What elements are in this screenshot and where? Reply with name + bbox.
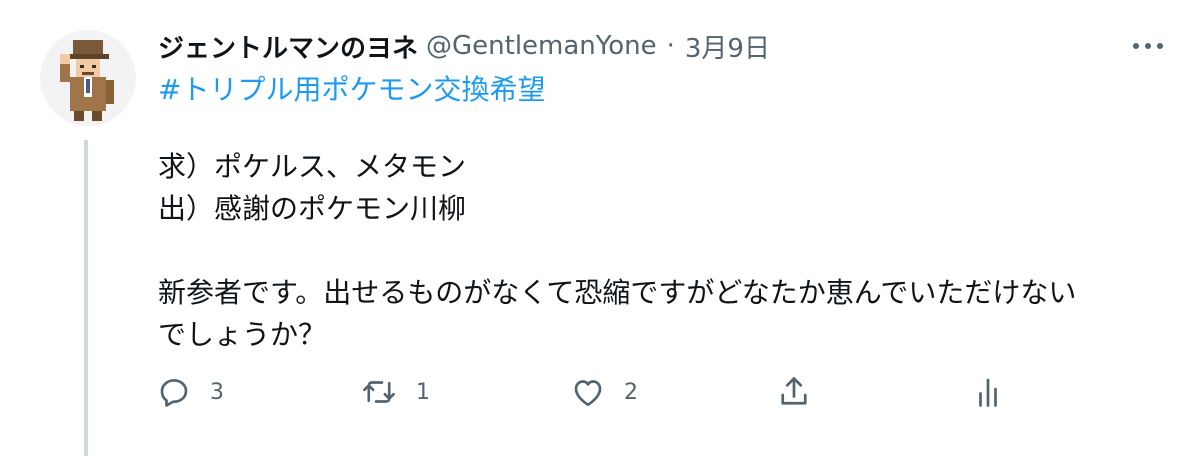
gentleman-avatar-icon <box>60 40 114 121</box>
more-options-button[interactable] <box>1128 34 1168 58</box>
like-button[interactable]: 2 <box>570 372 638 412</box>
tweet-paragraph-line: でしょうか？ <box>158 318 327 351</box>
tweet-header: ジェントルマンのヨネ @GentlemanYone · 3月9日 <box>158 26 770 66</box>
tweet-paragraph-line: 新参者です。出せるものがなくて恐縮ですがどなたか恵んでいただけない <box>158 276 1077 309</box>
author-handle[interactable]: @GentlemanYone <box>426 31 657 61</box>
avatar[interactable] <box>40 30 136 126</box>
like-count: 2 <box>624 379 638 405</box>
reply-button[interactable]: 3 <box>156 372 224 412</box>
tweet-text: 求）ポケルス、メタモン 出）感謝のポケモン川柳 新参者です。出せるものがなくて恐… <box>158 146 1158 356</box>
retweet-icon <box>363 381 395 403</box>
tweet-actions: 3 1 2 <box>156 372 1036 412</box>
more-dots-icon <box>1133 43 1163 49</box>
retweet-count: 1 <box>416 379 430 405</box>
hashtag-link[interactable]: #トリプル用ポケモン交換希望 <box>158 68 545 108</box>
heart-icon <box>574 380 602 407</box>
header-separator: · <box>666 31 675 61</box>
share-button[interactable] <box>776 372 812 412</box>
tweet-line-offer: 出）感謝のポケモン川柳 <box>158 192 467 225</box>
tweet-line-want: 求）ポケルス、メタモン <box>158 150 467 183</box>
share-icon <box>781 377 807 405</box>
analytics-icon <box>979 378 997 407</box>
thread-connector-line <box>84 140 88 456</box>
retweet-button[interactable]: 1 <box>360 372 430 412</box>
reply-count: 3 <box>210 379 224 405</box>
reply-icon <box>160 379 188 407</box>
author-display-name[interactable]: ジェントルマンのヨネ <box>158 28 418 65</box>
analytics-button[interactable] <box>970 372 1006 412</box>
tweet-date[interactable]: 3月9日 <box>685 28 770 65</box>
tweet[interactable]: ジェントルマンのヨネ @GentlemanYone · 3月9日 #トリプル用ポ… <box>0 0 1200 456</box>
